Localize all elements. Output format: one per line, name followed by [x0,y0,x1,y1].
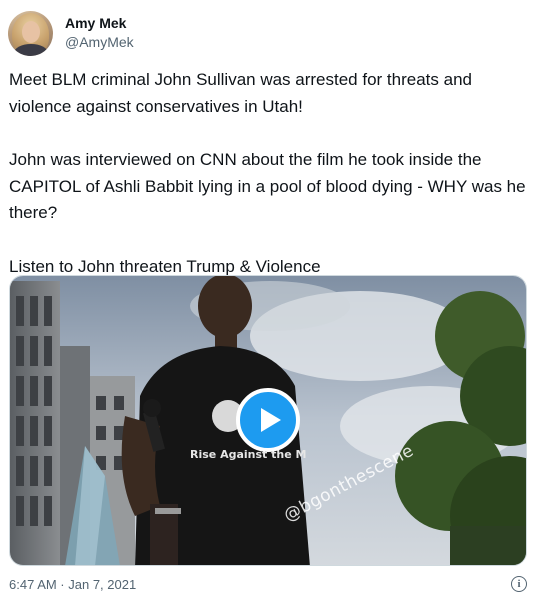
play-icon [260,408,281,432]
play-button[interactable] [236,388,300,452]
avatar-face [22,20,40,43]
info-icon[interactable]: i [511,576,527,592]
tweet-timestamp[interactable]: 6:47 AM · Jan 7, 2021 [9,577,136,592]
tweet-paragraph: Meet BLM criminal John Sullivan was arre… [9,70,477,116]
microphone-head [143,399,161,417]
tweet-text: Meet BLM criminal John Sullivan was arre… [9,67,529,280]
tree [450,526,526,565]
wristband [155,508,181,514]
tweet-header: Amy Mek @AmyMek [8,9,134,57]
tweet-footer: 6:47 AM · Jan 7, 2021 i [9,574,529,594]
author-handle[interactable]: @AmyMek [65,33,134,52]
person-head [198,276,252,338]
shirt-text: Rise Against the M [190,448,307,461]
tweet-card: Amy Mek @AmyMek Meet BLM criminal John S… [0,0,539,601]
video-player[interactable]: Rise Against the M @bgonthescene [9,275,527,566]
author-names: Amy Mek @AmyMek [65,14,134,52]
author-display-name[interactable]: Amy Mek [65,14,134,33]
tweet-paragraph: John was interviewed on CNN about the fi… [9,150,531,222]
avatar[interactable] [8,10,53,56]
